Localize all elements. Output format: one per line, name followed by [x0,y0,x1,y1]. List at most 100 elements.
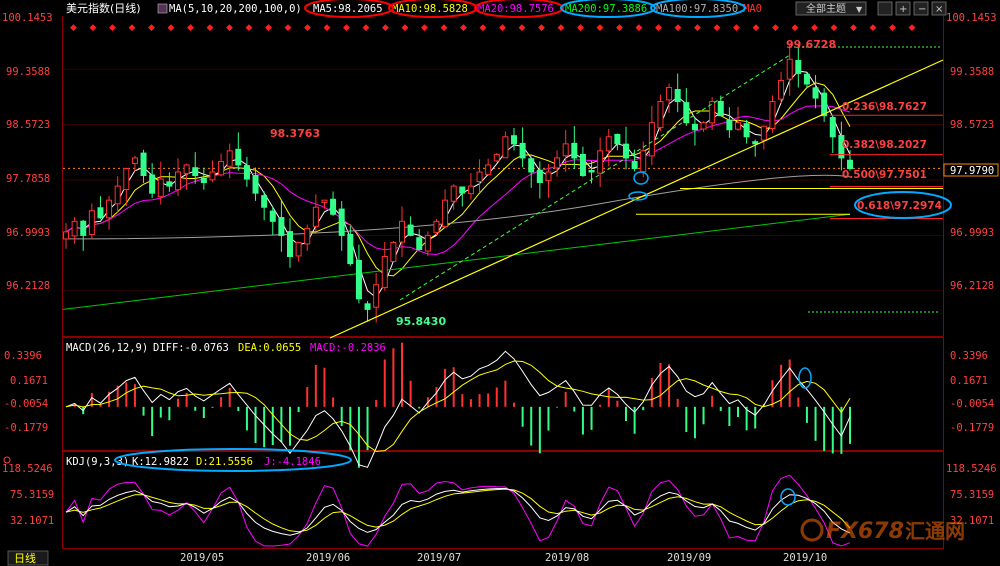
candle-down [149,174,156,194]
macd-tick-label: 0.3396 [4,350,42,362]
event-marker-icon: ◆ [694,23,701,33]
kdj-tick-label: 75.3159 [950,489,994,501]
event-marker-icon: ◆ [772,23,779,33]
candle-down [674,89,681,103]
candle-down [726,119,733,131]
candle-up [648,122,655,157]
event-marker-icon: ◆ [129,23,136,33]
event-marker-icon: ◆ [421,23,428,33]
left-high-label: 98.3763 [270,127,320,140]
candle-up [562,143,569,157]
event-marker-icon: ◆ [363,23,370,33]
kdj-cross-highlight [780,488,796,506]
kdj-d-line [65,488,851,533]
candle-up [106,199,113,219]
candle-down [338,208,345,236]
stock-chart[interactable]: ◆ ◆ ◆ ◆ ◆ ◆ ◆ ◆ ◆ ◆ ◆ ◆ ◆ ◆ ◆ ◆ ◆ ◆ ◆ ◆ ◆ ◆ ◆ ◆ ◆ ◆ ◆ ◆ ◆ ◆ ◆ ◆ ◆ ◆ ◆ ◆ ◆ ◆ ◆ ◆… [0,0,1000,566]
candle-up [545,171,552,182]
candle-down [829,117,836,138]
macd-value: MACD:-0.2836 [310,342,386,354]
event-marker-icon: ◆ [558,23,565,33]
fib-label-0500: 0.500\97.7501 [842,169,927,181]
event-marker-icon: ◆ [90,23,97,33]
candle-down [355,259,362,300]
low-label: 95.8430 [396,315,446,328]
candle-down [571,142,578,159]
watermark-text: FX678 [826,519,904,544]
plus-icon: + [899,4,907,15]
ma5-value: MA5:98.2065 [313,3,383,15]
candle-up [321,199,328,203]
candle-down [407,224,414,236]
candle-up [700,122,707,130]
candle-down [166,181,173,187]
month-tick-label: 2019/06 [306,552,350,564]
candle-down [459,186,466,194]
candle-up [597,150,604,174]
candle-up [218,160,225,176]
candle-up [123,167,130,191]
trendlines [329,46,944,339]
event-marker-icon: ◆ [285,23,292,33]
candle-down [821,92,828,117]
candle-down [579,153,586,177]
kdj-j-line [65,474,851,547]
candle-down [140,152,147,177]
event-marker-icon: ◆ [402,23,409,33]
candle-down [278,217,285,236]
candle-down [97,207,104,219]
event-marker-icon: ◆ [597,23,604,33]
candle-down [330,198,337,215]
candle-up [476,171,483,183]
settings-button[interactable] [877,1,893,16]
candle-up [131,157,138,165]
event-marker-icon: ◆ [889,23,896,33]
touch-highlight [633,171,649,185]
candle-up [304,227,311,245]
event-marker-icon: ◆ [577,23,584,33]
candle-down [511,135,517,145]
ma0-value: MA0 [743,3,762,15]
candle-down [588,170,595,173]
macd-label: MACD(26,12,9) [66,342,148,354]
macd-tick-label: -0.0054 [950,398,994,410]
price-tick-label: 100.1453 [2,12,53,24]
ma200-value: MA200:97.3886 [565,3,647,15]
macd-cross-highlight [798,367,812,389]
kdj-axis: 118.5246 118.5246 75.3159 75.3159 32.107… [2,463,997,527]
macd-dea-line [65,360,851,452]
candle-up [63,231,69,240]
event-marker-icon: ◆ [733,23,740,33]
ma10-value: MA10:98.5828 [392,3,468,15]
ma-settings-icon[interactable] [157,3,168,14]
event-marker-icon: ◆ [343,23,350,33]
event-marker-icon: ◆ [870,23,877,33]
price-tick-label: 96.2128 [950,280,994,292]
ma100-line [62,174,851,240]
candle-down [269,210,276,222]
candle-down [717,100,724,117]
event-marker-icon: ◆ [246,23,253,33]
candle-up [778,79,785,100]
event-marker-icon: ◆ [168,23,175,33]
candle-up [640,150,647,173]
panel-frames [62,0,944,549]
candle-down [691,123,698,131]
candle-down [80,220,87,236]
event-marker-icon: ◆ [675,23,682,33]
ma10-line [65,82,851,277]
candle-up [502,136,509,159]
timeframe-label: 日线 [14,551,36,565]
kdj-tick-label: 118.5246 [2,463,53,475]
candle-down [847,159,853,169]
price-tick-label: 96.2128 [6,280,50,292]
ma100-value: MA100:97.8350 [656,3,738,15]
macd-tick-label: -0.1779 [4,422,48,434]
time-axis-bar [0,549,1000,566]
month-tick-label: 2019/05 [180,552,224,564]
candle-down [235,148,242,166]
candle-up [442,199,449,228]
ma20-value: MA20:98.7576 [478,3,554,15]
candle-up [433,220,440,233]
kdj-tick-label: 75.3159 [10,489,54,501]
